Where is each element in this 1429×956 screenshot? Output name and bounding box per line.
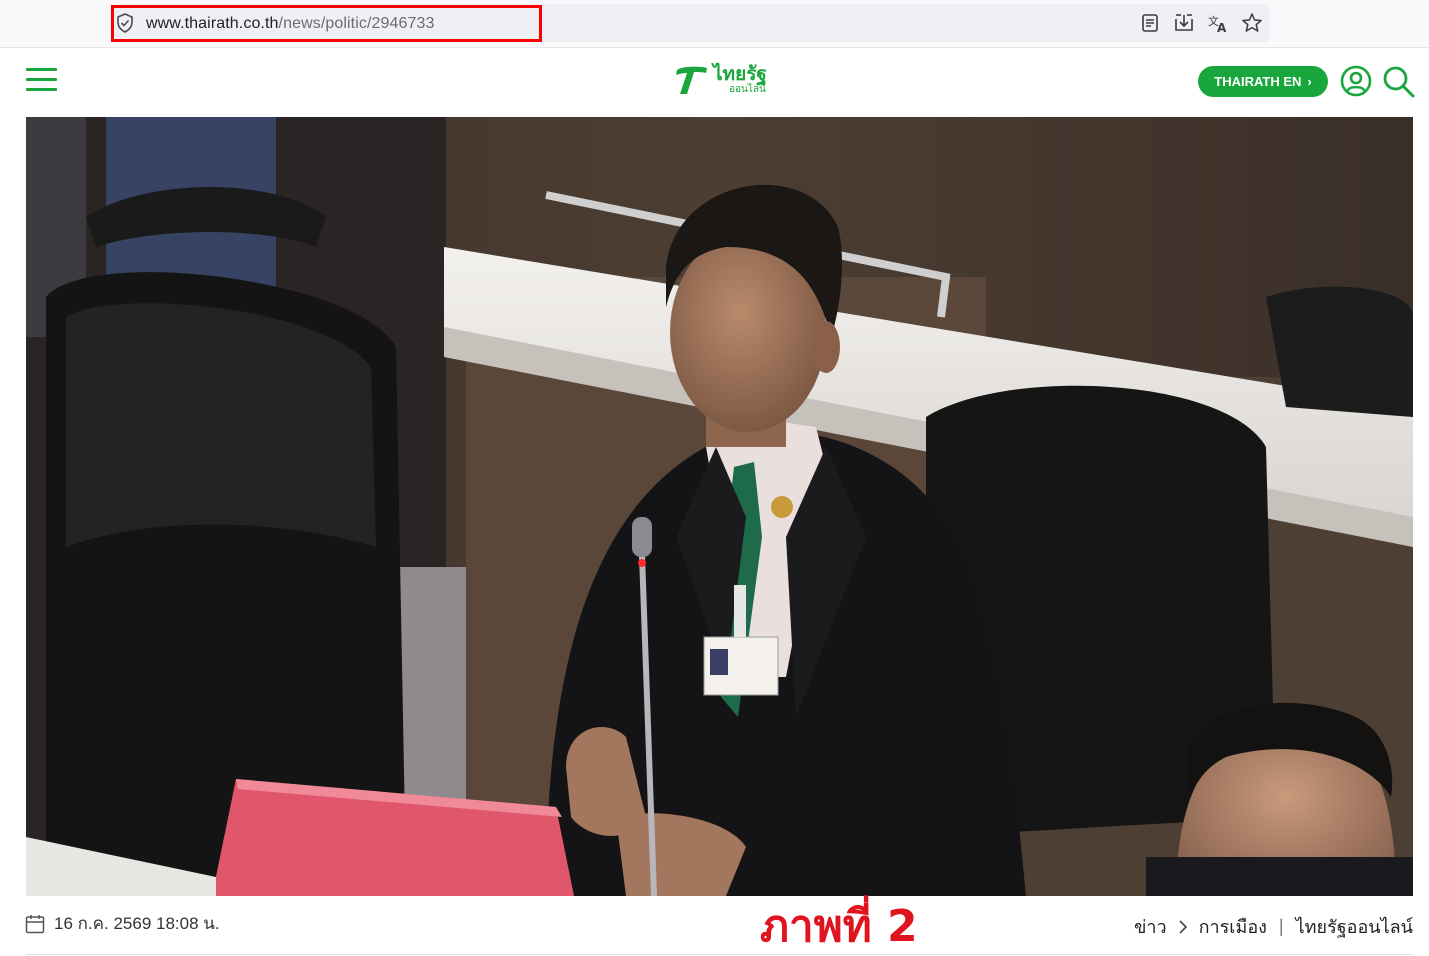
bookmark-star-icon[interactable] bbox=[1240, 11, 1264, 35]
breadcrumb-source[interactable]: ไทยรัฐออนไลน์ bbox=[1296, 912, 1413, 941]
thairath-en-button[interactable]: THAIRATH EN › bbox=[1198, 66, 1328, 97]
breadcrumb-politics[interactable]: การเมือง bbox=[1199, 912, 1267, 941]
logo-main-text: ไทยรัฐ bbox=[713, 64, 767, 85]
logo-sub-text: ออนไลน์ bbox=[729, 84, 766, 95]
thairath-t-logo-icon bbox=[676, 66, 707, 94]
url-highlight-box bbox=[111, 5, 542, 42]
reader-view-icon[interactable] bbox=[1138, 11, 1162, 35]
calendar-icon bbox=[25, 915, 45, 934]
site-header: ไทยรัฐ ออนไลน์ THAIRATH EN › bbox=[0, 48, 1429, 116]
article-date: 16 ก.ค. 2569 18:08 น. bbox=[54, 914, 220, 933]
article-hero-photo[interactable] bbox=[26, 117, 1413, 896]
breadcrumb-separator: | bbox=[1278, 916, 1284, 936]
browser-action-icons: 文 A bbox=[1138, 11, 1264, 35]
chevron-right-icon bbox=[1179, 919, 1187, 934]
menu-hamburger-icon[interactable] bbox=[26, 68, 57, 93]
image-caption-annotation: ภาพที่ 2 bbox=[760, 901, 918, 952]
en-button-label: THAIRATH EN bbox=[1214, 74, 1302, 89]
translate-icon[interactable]: 文 A bbox=[1206, 11, 1230, 35]
article-meta-row: 16 ก.ค. 2569 18:08 น. ภาพที่ 2 ข่าว การเ… bbox=[0, 897, 1429, 956]
divider bbox=[26, 954, 1413, 955]
chevron-right-icon: › bbox=[1307, 74, 1312, 89]
breadcrumb-news[interactable]: ข่าว bbox=[1134, 912, 1167, 941]
breadcrumb: ข่าว การเมือง | ไทยรัฐออนไลน์ bbox=[1134, 912, 1413, 941]
download-icon[interactable] bbox=[1172, 11, 1196, 35]
hero-photo-illustration bbox=[26, 117, 1413, 896]
browser-toolbar: www.thairath.co.th/news/politic/2946733 … bbox=[0, 0, 1429, 48]
thairath-logo[interactable]: ไทยรัฐ ออนไลน์ bbox=[673, 62, 771, 100]
user-account-icon[interactable] bbox=[1340, 65, 1372, 97]
search-icon[interactable] bbox=[1382, 65, 1415, 98]
svg-text:A: A bbox=[1217, 21, 1227, 35]
